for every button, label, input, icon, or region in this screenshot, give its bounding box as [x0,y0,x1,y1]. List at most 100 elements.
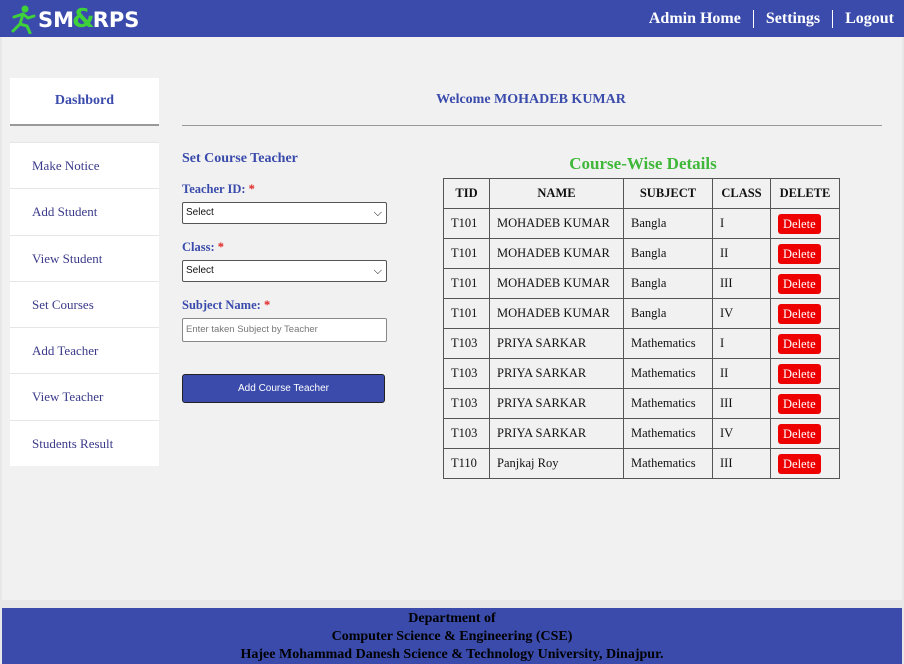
column-header-class: CLASS [712,178,771,209]
nav-settings[interactable]: Settings [754,10,832,28]
cell-subject: Mathematics [623,358,713,389]
chevron-down-icon: ⌵ [373,265,382,277]
footer-line-3: Hajee Mohammad Danesh Science & Technolo… [240,647,664,662]
table-row: T103 PRIYA SARKAR Mathematics II Delete [443,358,840,389]
cell-delete: Delete [770,328,840,359]
cell-class: I [712,328,771,359]
table-row: T101 MOHADEB KUMAR Bangla I Delete [443,208,840,239]
cell-tid: T101 [443,268,490,299]
logo-text: SM&RPS [38,4,140,34]
cell-name: MOHADEB KUMAR [489,268,624,299]
table-row: T101 MOHADEB KUMAR Bangla II Delete [443,238,840,269]
delete-button[interactable]: Delete [778,363,821,384]
delete-button[interactable]: Delete [778,333,821,354]
required-mark: * [217,240,225,254]
cell-class: III [712,268,771,299]
cell-class: II [712,238,771,269]
cell-class: I [712,208,771,239]
table-header-row: TID NAME SUBJECT CLASS DELETE [443,178,840,209]
logo[interactable]: SM&RPS [10,3,139,35]
table-row: T103 PRIYA SARKAR Mathematics III Delete [443,388,840,419]
cell-class: III [712,388,771,419]
cell-class: IV [712,298,771,329]
cell-tid: T103 [443,328,490,359]
cell-tid: T101 [443,238,490,269]
required-mark: * [248,182,255,196]
class-label: Class: * [182,240,225,254]
sidebar-item-add-student[interactable]: Add Student [10,188,159,234]
sidebar-item-view-student[interactable]: View Student [10,234,159,281]
cell-delete: Delete [770,388,840,419]
cell-name: MOHADEB KUMAR [489,208,624,239]
table-row: T101 MOHADEB KUMAR Bangla III Delete [443,268,840,299]
cell-subject: Bangla [623,208,713,239]
sidebar-item-view-teacher[interactable]: View Teacher [10,373,159,419]
footer-line-1: Department of [408,611,496,626]
delete-button[interactable]: Delete [778,393,821,414]
column-header-name: NAME [489,178,624,209]
teacher-id-select[interactable]: Select ⌵ [182,202,387,224]
cell-name: PRIYA SARKAR [489,328,624,359]
sidebar-item-students-result[interactable]: Students Result [10,419,159,466]
cell-name: Panjkaj Roy [489,448,624,479]
cell-subject: Bangla [623,238,713,269]
required-mark: * [263,298,271,312]
table-row: T101 MOHADEB KUMAR Bangla IV Delete [443,298,840,329]
cell-name: MOHADEB KUMAR [489,238,624,269]
subject-name-label: Subject Name: * [182,298,271,312]
chevron-down-icon: ⌵ [373,207,382,219]
delete-button[interactable]: Delete [778,273,821,294]
cell-tid: T103 [443,388,490,419]
cell-name: PRIYA SARKAR [489,418,624,449]
delete-button[interactable]: Delete [778,453,821,474]
footer-line-2: Computer Science & Engineering (CSE) [331,629,573,644]
table-row: T103 PRIYA SARKAR Mathematics I Delete [443,328,840,359]
cell-tid: T103 [443,418,490,449]
cell-delete: Delete [770,298,840,329]
column-header-tid: TID [443,178,490,209]
cell-subject: Mathematics [623,418,713,449]
welcome-message: Welcome MOHADEB KUMAR [436,92,626,107]
cell-subject: Bangla [623,268,713,299]
teacher-id-label: Teacher ID: * [182,182,255,196]
cell-class: II [712,358,771,389]
delete-button[interactable]: Delete [778,213,821,234]
footer: Department of Computer Science & Enginee… [2,608,902,664]
sidebar-item-make-notice[interactable]: Make Notice [10,142,159,188]
delete-button[interactable]: Delete [778,243,821,264]
cell-delete: Delete [770,238,840,269]
cell-tid: T103 [443,358,490,389]
cell-tid: T101 [443,208,490,239]
sidebar-item-add-teacher[interactable]: Add Teacher [10,327,159,373]
cell-delete: Delete [770,208,840,239]
sidebar-item-set-courses[interactable]: Set Courses [10,280,159,327]
add-course-teacher-button[interactable]: Add Course Teacher [182,374,385,403]
cell-tid: T110 [443,448,490,479]
form-title: Set Course Teacher [182,151,298,166]
course-wise-table: TID NAME SUBJECT CLASS DELETE T101 MOHADE… [443,178,840,479]
subject-name-input[interactable]: Enter taken Subject by Teacher [182,318,387,342]
table-title: Course-Wise Details [569,154,717,173]
nav-logout[interactable]: Logout [833,10,894,28]
cell-delete: Delete [770,358,840,389]
column-header-delete: DELETE [770,178,840,209]
cell-name: PRIYA SARKAR [489,358,624,389]
sidebar-dashboard[interactable]: Dashbord [10,78,159,126]
cell-delete: Delete [770,418,840,449]
cell-delete: Delete [770,448,840,479]
runner-logo-icon [11,5,36,34]
cell-subject: Bangla [623,298,713,329]
cell-subject: Mathematics [623,328,713,359]
column-header-subject: SUBJECT [623,178,713,209]
table-row: T110 Panjkaj Roy Mathematics III Delete [443,448,840,479]
cell-subject: Mathematics [623,448,713,479]
class-select[interactable]: Select ⌵ [182,260,387,282]
cell-class: IV [712,418,771,449]
sidebar: Dashbord Make Notice Add Student View St… [10,78,159,467]
cell-delete: Delete [770,268,840,299]
table-row: T103 PRIYA SARKAR Mathematics IV Delete [443,418,840,449]
divider [182,125,882,126]
delete-button[interactable]: Delete [778,423,821,444]
delete-button[interactable]: Delete [778,303,821,324]
nav-admin-home[interactable]: Admin Home [637,10,753,28]
